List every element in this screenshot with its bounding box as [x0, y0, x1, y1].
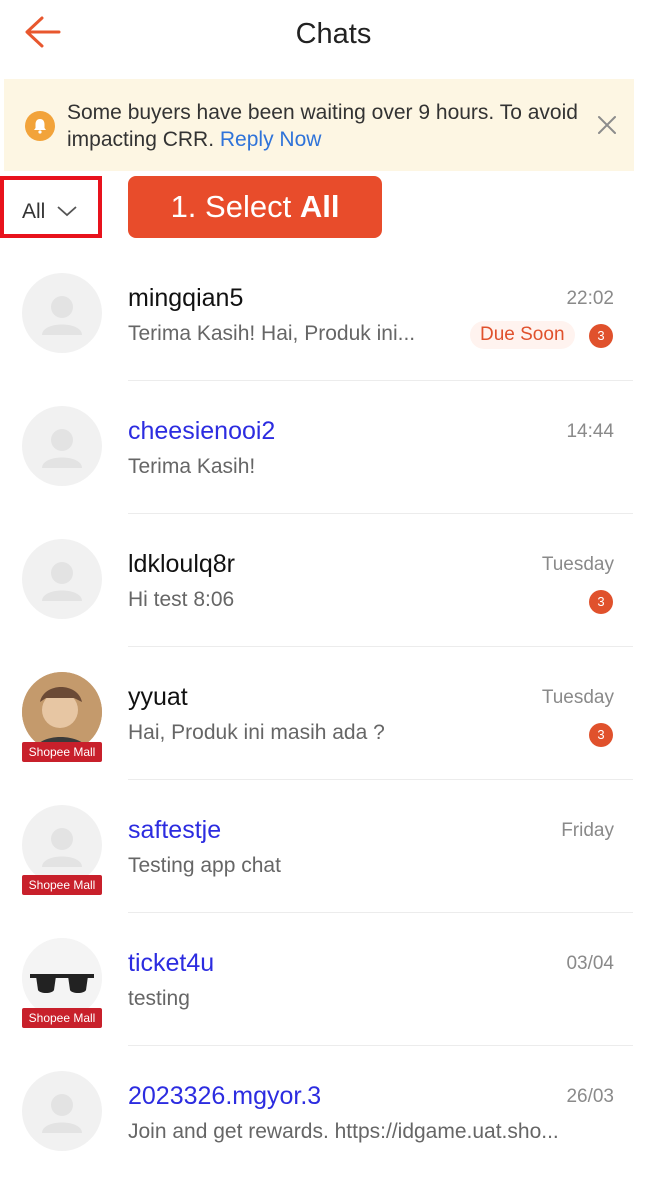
- shopee-mall-badge: Shopee Mall: [22, 742, 102, 762]
- unread-count-badge: 3: [589, 723, 613, 747]
- chat-name: cheesienooi2: [128, 417, 276, 445]
- close-icon[interactable]: [594, 112, 620, 138]
- chat-row[interactable]: ldkloulq8r Tuesday Hi test 8:06 3: [0, 514, 667, 647]
- user-icon: [42, 296, 82, 335]
- chat-preview: Terima Kasih!: [128, 455, 256, 478]
- callout-bold: All: [299, 189, 340, 224]
- callout-text: 1. Select: [170, 189, 300, 224]
- chat-preview: testing: [128, 987, 190, 1010]
- reply-now-link[interactable]: Reply Now: [220, 128, 322, 151]
- chevron-down-icon: [56, 204, 78, 218]
- chat-preview: Testing app chat: [128, 854, 281, 877]
- chat-time: 14:44: [566, 421, 614, 442]
- profile-photo-icon: [22, 672, 102, 752]
- chat-preview: Terima Kasih! Hai, Produk ini...: [128, 322, 416, 345]
- instruction-callout: 1. Select All: [128, 176, 382, 238]
- chat-time: Friday: [561, 820, 614, 841]
- shopee-mall-badge: Shopee Mall: [22, 1008, 102, 1028]
- chat-time: Tuesday: [541, 554, 614, 575]
- chat-row[interactable]: cheesienooi2 14:44 Terima Kasih!: [0, 381, 667, 514]
- notice-banner: Some buyers have been waiting over 9 hou…: [4, 79, 634, 171]
- avatar: [22, 1071, 102, 1151]
- avatar: [22, 938, 102, 1018]
- chat-row[interactable]: Shopee Mall saftestje Friday Testing app…: [0, 780, 667, 913]
- avatar: [22, 539, 102, 619]
- chat-time: 26/03: [566, 1086, 614, 1107]
- chat-time: 22:02: [566, 288, 614, 309]
- due-soon-badge: Due Soon: [470, 321, 575, 349]
- user-icon: [42, 1094, 82, 1133]
- shopee-mall-badge: Shopee Mall: [22, 875, 102, 895]
- chat-preview: Hi test 8:06: [128, 588, 235, 611]
- avatar: [22, 805, 102, 885]
- chat-name: ticket4u: [128, 949, 215, 977]
- page-title: Chats: [295, 18, 372, 50]
- avatar: [22, 672, 102, 752]
- chat-row[interactable]: 2023326.mgyor.3 26/03 Join and get rewar…: [0, 1046, 667, 1179]
- notice-text: Some buyers have been waiting over 9 hou…: [67, 101, 578, 151]
- chat-row[interactable]: Shopee Mall yyuat Tuesday Hai, Produk in…: [0, 647, 667, 780]
- user-icon: [42, 562, 82, 601]
- user-icon: [42, 828, 82, 867]
- chat-row[interactable]: Shopee Mall ticket4u 03/04 testing: [0, 913, 667, 1046]
- unread-count-badge: 3: [589, 324, 613, 348]
- unread-count-badge: 3: [589, 590, 613, 614]
- chat-name: 2023326.mgyor.3: [128, 1082, 322, 1110]
- bell-icon: [25, 111, 55, 141]
- chat-time: 03/04: [566, 953, 614, 974]
- chat-name: yyuat: [128, 683, 188, 711]
- chat-name: mingqian5: [128, 284, 244, 312]
- header: Chats: [0, 0, 667, 72]
- user-icon: [42, 429, 82, 468]
- sunglasses-icon: [22, 938, 102, 1018]
- chat-preview: Hai, Produk ini masih ada ?: [128, 721, 385, 744]
- chat-name: ldkloulq8r: [128, 550, 236, 578]
- notice-message: Some buyers have been waiting over 9 hou…: [67, 99, 587, 153]
- chat-time: Tuesday: [541, 687, 614, 708]
- filter-label: All: [22, 200, 46, 223]
- avatar: [22, 406, 102, 486]
- chat-preview: Join and get rewards. https://idgame.uat…: [128, 1120, 559, 1143]
- chat-name: saftestje: [128, 816, 222, 844]
- filter-dropdown[interactable]: All: [0, 176, 102, 238]
- chat-row[interactable]: mingqian5 22:02 Terima Kasih! Hai, Produ…: [0, 248, 667, 381]
- avatar: [22, 273, 102, 353]
